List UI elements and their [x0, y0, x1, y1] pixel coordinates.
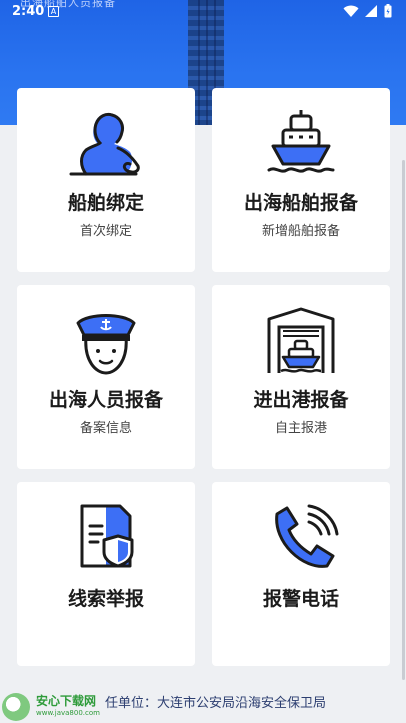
watermark-name: 安心下载网 — [36, 694, 97, 708]
battery-icon — [384, 4, 392, 18]
card-title: 出海人员报备 — [48, 389, 163, 411]
crew-report-card[interactable]: 出海人员报备 备案信息 — [17, 285, 195, 469]
phone-icon — [275, 504, 339, 568]
status-bar: 2:40 A — [0, 0, 406, 24]
status-icons — [343, 4, 392, 18]
card-title: 船舶绑定 — [67, 192, 144, 214]
status-time: 2:40 — [12, 4, 45, 19]
report-document-icon — [80, 504, 134, 568]
port-entry-exit-card[interactable]: 进出港报备 自主报港 — [212, 285, 390, 469]
card-title: 进出港报备 — [253, 389, 349, 411]
card-title: 报警电话 — [262, 588, 339, 610]
person-icon — [69, 112, 140, 176]
watermark-logo: 安心下载网 www.java800.com — [2, 692, 104, 722]
card-subtitle: 新增船舶报备 — [261, 224, 340, 239]
card-subtitle: 备案信息 — [79, 421, 132, 436]
wifi-icon — [343, 5, 359, 17]
ship-icon — [267, 110, 335, 173]
menu-grid: 船舶绑定 首次绑定 出海船舶报备 新增船舶报备 出海人员报备 备案信息 进出港报… — [17, 88, 390, 666]
card-subtitle: 首次绑定 — [79, 224, 132, 239]
watermark-badge-icon — [2, 693, 30, 721]
sailor-icon — [76, 314, 136, 375]
signal-icon — [365, 4, 377, 17]
sea-ship-report-card[interactable]: 出海船舶报备 新增船舶报备 — [212, 88, 390, 272]
notification-a-icon: A — [48, 6, 59, 17]
card-title: 出海船舶报备 — [243, 192, 358, 214]
watermark-url: www.java800.com — [36, 709, 100, 717]
emergency-call-card[interactable]: 报警电话 — [212, 482, 390, 666]
ship-binding-card[interactable]: 船舶绑定 首次绑定 — [17, 88, 195, 272]
card-subtitle: 自主报港 — [274, 421, 327, 436]
scrollbar[interactable] — [402, 160, 405, 680]
footer-responsible-unit: 任单位：大连市公安局沿海安全保卫局 — [105, 696, 327, 711]
harbor-gate-icon — [267, 307, 335, 373]
watermark-text: 安心下载网 www.java800.com — [36, 695, 100, 719]
card-title: 线索举报 — [67, 588, 144, 610]
clue-report-card[interactable]: 线索举报 — [17, 482, 195, 666]
